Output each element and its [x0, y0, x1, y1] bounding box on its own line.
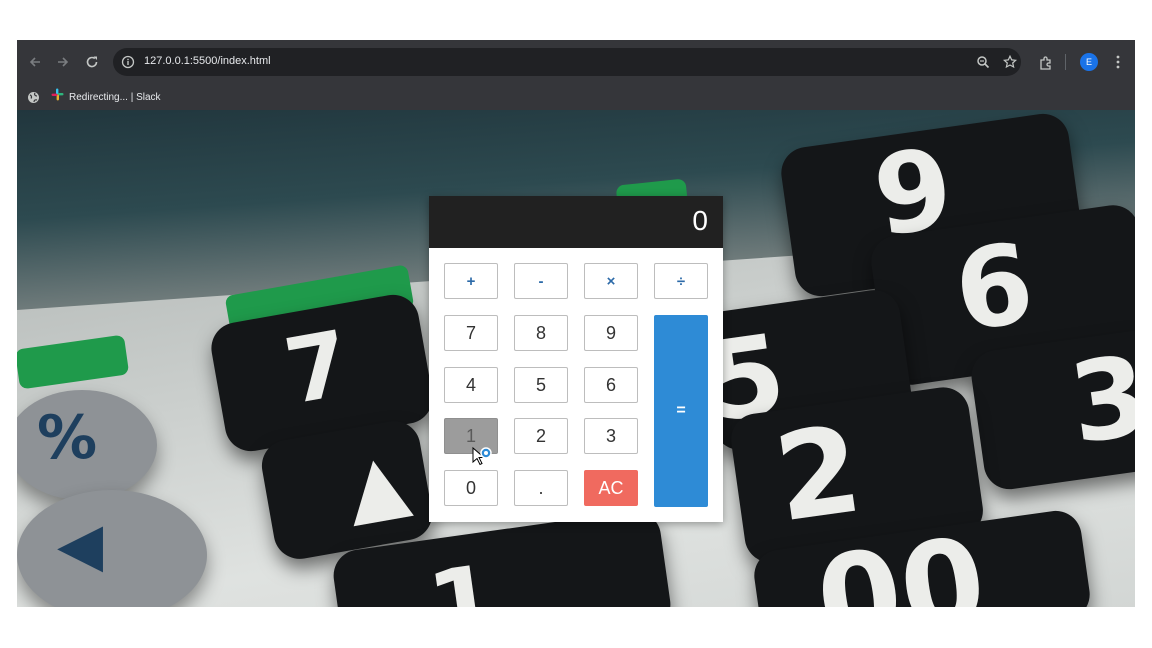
add-button[interactable]: +: [444, 263, 498, 299]
digit-8-button[interactable]: 8: [514, 315, 568, 351]
digit-1-button[interactable]: 1: [444, 418, 498, 454]
divide-button[interactable]: ÷: [654, 263, 708, 299]
display-value: 0: [692, 205, 708, 236]
decimal-button[interactable]: .: [514, 470, 568, 506]
digit-3-button[interactable]: 3: [584, 418, 638, 454]
digit-9-button[interactable]: 9: [584, 315, 638, 351]
star-icon[interactable]: [1000, 52, 1020, 72]
multiply-button[interactable]: ×: [584, 263, 638, 299]
toolbar-divider: [1065, 54, 1066, 70]
digit-7-button[interactable]: 7: [444, 315, 498, 351]
equals-button[interactable]: =: [654, 315, 708, 507]
extensions-icon[interactable]: [1035, 52, 1055, 72]
profile-avatar[interactable]: E: [1080, 53, 1098, 71]
bookmarks-bar: Redirecting... | Slack: [17, 84, 1135, 110]
menu-icon[interactable]: [1108, 52, 1128, 72]
browser-window: 127.0.0.1:5500/index.html E Redirecting.…: [17, 40, 1135, 607]
url-text: 127.0.0.1:5500/index.html: [144, 55, 271, 67]
subtract-button[interactable]: -: [514, 263, 568, 299]
browser-toolbar: 127.0.0.1:5500/index.html E: [17, 40, 1135, 84]
calculator-display: 0: [429, 196, 723, 248]
address-bar[interactable]: 127.0.0.1:5500/index.html: [113, 48, 1021, 76]
back-arrow-icon[interactable]: [25, 52, 45, 72]
digit-4-button[interactable]: 4: [444, 367, 498, 403]
clear-button[interactable]: AC: [584, 470, 638, 506]
globe-icon[interactable]: [25, 89, 41, 105]
background-key: 3: [968, 327, 1135, 493]
slack-icon: [51, 88, 64, 106]
calculator: 0 + - × ÷ 7 8 9 4 5 6 1 2 3 0 . AC =: [429, 196, 723, 522]
digit-2-button[interactable]: 2: [514, 418, 568, 454]
digit-0-button[interactable]: 0: [444, 470, 498, 506]
digit-6-button[interactable]: 6: [584, 367, 638, 403]
bookmark-slack[interactable]: Redirecting... | Slack: [51, 88, 161, 106]
zoom-icon[interactable]: [973, 52, 993, 72]
bookmark-label: Redirecting... | Slack: [69, 91, 161, 103]
reload-icon[interactable]: [82, 52, 102, 72]
forward-arrow-icon[interactable]: [53, 52, 73, 72]
page-viewport: 7 ▲ 1 % ◀ 9 6 5 3 2 00 0 + - × ÷ 7 8 9 4…: [17, 110, 1135, 607]
site-info-icon[interactable]: [119, 53, 137, 71]
digit-5-button[interactable]: 5: [514, 367, 568, 403]
